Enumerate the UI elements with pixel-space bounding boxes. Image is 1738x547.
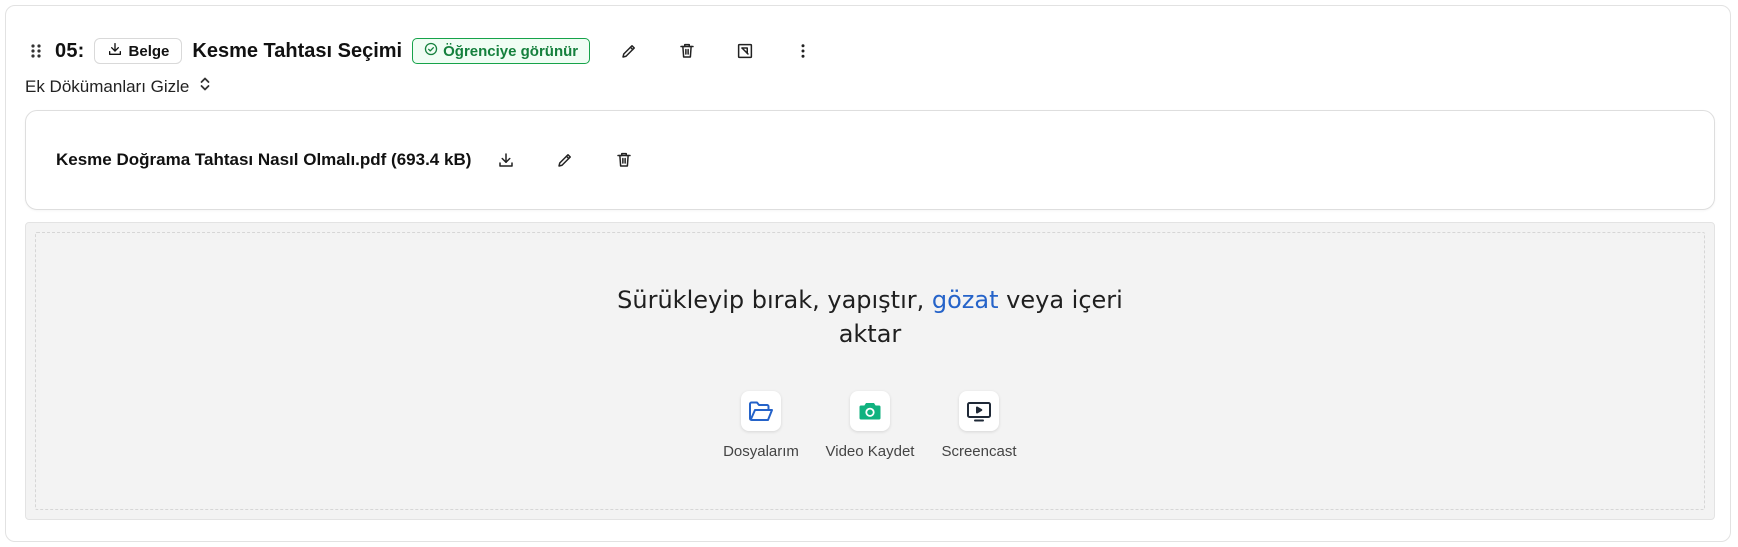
download-icon <box>499 153 514 167</box>
dropzone-instructions: Sürükleyip bırak, yapıştır, gözat veya i… <box>36 283 1704 351</box>
screencast-button[interactable] <box>959 391 999 431</box>
check-circle-icon <box>424 42 438 60</box>
document-download-button[interactable]: Belge <box>93 38 183 64</box>
source-my-files[interactable]: Dosyalarım <box>720 391 803 460</box>
lesson-item-card: 05: Belge Kesme Tahtası Seçimi Öğrenciye… <box>5 5 1731 542</box>
dropzone-text-start: Sürükleyip bırak, yapıştır, <box>617 286 932 314</box>
attachment-download-button[interactable] <box>495 149 517 171</box>
source-label: Dosyalarım <box>723 443 799 460</box>
pencil-icon <box>558 154 572 167</box>
chevron-up-down-icon <box>199 76 211 97</box>
attachment-delete-button[interactable] <box>613 149 635 171</box>
upload-dropzone[interactable]: Sürükleyip bırak, yapıştır, gözat veya i… <box>25 222 1715 520</box>
source-label: Video Kaydet <box>825 443 915 460</box>
visibility-label: Öğrenciye görünür <box>443 42 579 60</box>
record-video-button[interactable] <box>850 391 890 431</box>
attachment-list: Kesme Doğrama Tahtası Nasıl Olmalı.pdf (… <box>25 110 1715 210</box>
source-record-video[interactable]: Video Kaydet <box>825 391 915 460</box>
browse-link[interactable]: gözat <box>932 286 999 314</box>
attachment-item: Kesme Doğrama Tahtası Nasıl Olmalı.pdf (… <box>56 149 672 171</box>
source-screencast[interactable]: Screencast <box>938 391 1021 460</box>
item-number: 05: <box>55 39 85 62</box>
pencil-icon <box>622 45 636 58</box>
delete-button[interactable] <box>676 40 698 62</box>
attachment-edit-button[interactable] <box>554 149 576 171</box>
arrow-up-left-box-icon <box>738 43 753 59</box>
dropzone-dashed-area: Sürükleyip bırak, yapıştır, gözat veya i… <box>35 232 1705 510</box>
visibility-badge[interactable]: Öğrenciye görünür <box>412 38 591 64</box>
trash-icon <box>680 43 694 58</box>
drag-handle-icon[interactable] <box>25 40 47 62</box>
dropzone-text-line2: aktar <box>838 320 902 348</box>
screencast-icon <box>967 402 991 422</box>
my-files-button[interactable] <box>741 391 781 431</box>
more-vertical-icon <box>801 44 805 58</box>
open-external-button[interactable] <box>734 40 756 62</box>
dropzone-text-end: veya içeri <box>998 286 1123 314</box>
camera-icon <box>859 403 881 420</box>
upload-sources: Dosyalarım Video Kaydet Screencast <box>36 391 1704 460</box>
source-label: Screencast <box>941 443 1017 460</box>
lesson-item-header: 05: Belge Kesme Tahtası Seçimi Öğrenciye… <box>25 34 814 68</box>
attachment-file-name: Kesme Doğrama Tahtası Nasıl Olmalı.pdf (… <box>56 150 472 169</box>
type-label: Belge <box>128 42 170 60</box>
attachments-toggle[interactable]: Ek Dökümanları Gizle <box>25 76 211 97</box>
edit-button[interactable] <box>618 40 640 62</box>
item-title: Kesme Tahtası Seçimi <box>192 39 403 62</box>
download-icon <box>107 41 123 61</box>
more-options-button[interactable] <box>792 40 814 62</box>
folder-icon <box>749 401 773 421</box>
trash-icon <box>617 152 632 167</box>
attachments-toggle-label: Ek Dökümanları Gizle <box>25 76 190 96</box>
